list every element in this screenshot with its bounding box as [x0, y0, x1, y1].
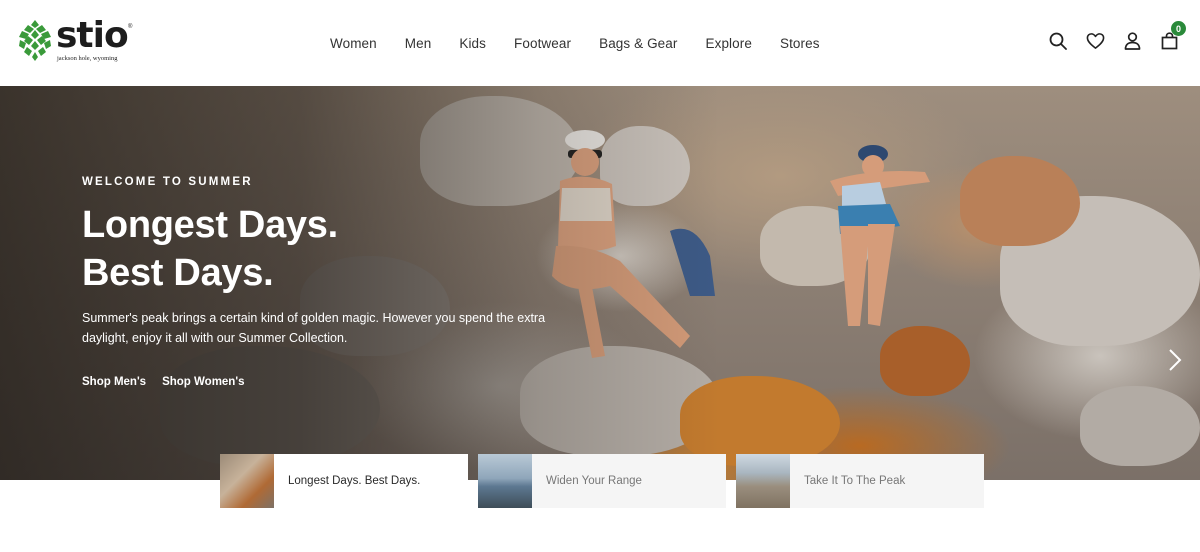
slide-card-take-it-peak[interactable]: Take It To The Peak: [736, 454, 984, 508]
cart-button[interactable]: 0: [1158, 21, 1186, 52]
hero-headline: Longest Days. Best Days.: [82, 201, 338, 297]
user-icon: [1124, 32, 1140, 50]
search-icon: [1049, 32, 1067, 50]
shop-womens-link[interactable]: Shop Women's: [162, 376, 244, 388]
chevron-right-icon: [1169, 349, 1182, 371]
slide-thumbnail: [736, 454, 790, 508]
slide-thumbnail: [478, 454, 532, 508]
slide-label: Longest Days. Best Days.: [288, 475, 421, 487]
slide-label: Widen Your Range: [546, 475, 642, 487]
header-icons: 0: [1032, 21, 1186, 52]
main-nav: Women Men Kids Footwear Bags & Gear Expl…: [316, 0, 834, 86]
nav-item-women[interactable]: Women: [330, 36, 377, 51]
hero-slide-selector: Longest Days. Best Days. Widen Your Rang…: [220, 454, 984, 508]
nav-item-bags-gear[interactable]: Bags & Gear: [599, 36, 677, 51]
nav-item-footwear[interactable]: Footwear: [514, 36, 571, 51]
hero-subcopy: Summer's peak brings a certain kind of g…: [82, 311, 546, 345]
brand-wordmark: stio: [56, 15, 129, 56]
brand-logo[interactable]: stio ® jackson hole, wyoming: [18, 15, 136, 64]
pine-cone-icon: [19, 20, 51, 61]
slide-card-widen-range[interactable]: Widen Your Range: [478, 454, 726, 508]
account-button[interactable]: [1121, 30, 1143, 52]
wishlist-button[interactable]: [1084, 30, 1106, 52]
page: stio ® jackson hole, wyoming Women Men K…: [0, 0, 1200, 552]
search-button[interactable]: [1047, 30, 1069, 52]
hero-headline-line2: Best Days.: [82, 252, 274, 294]
hero-headline-line1: Longest Days.: [82, 204, 338, 246]
cart-count-badge: 0: [1171, 21, 1186, 36]
brand-tagline: jackson hole, wyoming: [57, 55, 118, 62]
hero-next-button[interactable]: [1164, 348, 1184, 372]
shop-mens-link[interactable]: Shop Men's: [82, 376, 146, 388]
hero-eyebrow: WELCOME TO SUMMER: [82, 176, 253, 188]
nav-item-men[interactable]: Men: [405, 36, 432, 51]
nav-item-kids[interactable]: Kids: [459, 36, 486, 51]
hero-banner: WELCOME TO SUMMER Longest Days. Best Day…: [0, 86, 1200, 480]
site-header: stio ® jackson hole, wyoming Women Men K…: [0, 0, 1200, 86]
heart-icon: [1086, 33, 1104, 49]
nav-item-explore[interactable]: Explore: [705, 36, 751, 51]
nav-item-stores[interactable]: Stores: [780, 36, 820, 51]
slide-card-longest-days[interactable]: Longest Days. Best Days.: [220, 454, 468, 508]
slide-label: Take It To The Peak: [804, 475, 906, 487]
registered-mark: ®: [128, 24, 133, 30]
slide-thumbnail: [220, 454, 274, 508]
hero-cta-row: Shop Men's Shop Women's: [82, 376, 260, 388]
